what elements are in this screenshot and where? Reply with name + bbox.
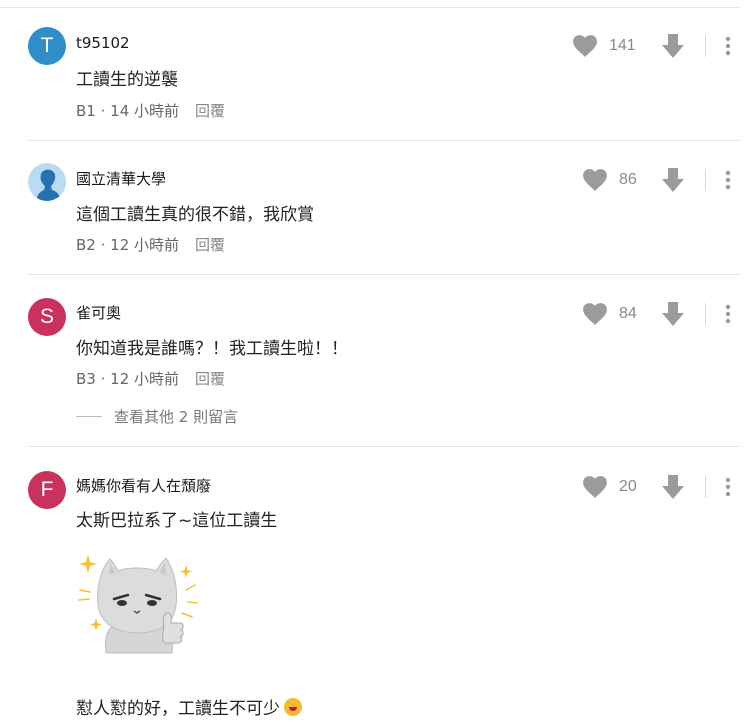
comment-divider bbox=[28, 140, 740, 141]
like-count: 141 bbox=[609, 37, 636, 54]
like-count: 84 bbox=[619, 305, 637, 322]
like-count: 20 bbox=[619, 478, 637, 495]
avatar[interactable]: T bbox=[28, 27, 66, 65]
comment-text-2: 懟人懟的好，工讀生不可少 bbox=[76, 694, 302, 719]
comment-text-2-label: 懟人懟的好，工讀生不可少 bbox=[76, 699, 280, 719]
comment-divider bbox=[28, 274, 740, 275]
sticker-image[interactable] bbox=[76, 545, 201, 663]
floor-label: B2 bbox=[76, 236, 96, 254]
heart-icon bbox=[573, 35, 597, 57]
comment-text: 太斯巴拉系了~這位工讀生 bbox=[76, 511, 278, 531]
reply-button[interactable]: 回覆 bbox=[195, 102, 225, 120]
more-options-button[interactable] bbox=[716, 168, 740, 192]
comment-meta: B3 · 12 小時前 回覆 bbox=[76, 368, 225, 389]
user-silhouette-icon bbox=[36, 169, 61, 201]
like-button[interactable]: 141 bbox=[572, 34, 636, 58]
avatar[interactable]: F bbox=[28, 471, 66, 509]
heart-icon bbox=[583, 303, 607, 325]
comment-time: 12 小時前 bbox=[110, 236, 180, 254]
more-vert-icon bbox=[725, 477, 731, 497]
comment-meta: B1 · 14 小時前 回覆 bbox=[76, 100, 225, 121]
meta-separator: · bbox=[95, 370, 111, 388]
top-divider bbox=[0, 7, 740, 8]
more-vert-icon bbox=[725, 170, 731, 190]
like-button[interactable]: 20 bbox=[582, 475, 637, 499]
comment-author[interactable]: 媽媽你看有人在頹廢 bbox=[76, 475, 211, 496]
comment-text: 你知道我是誰嗎？！我工讀生啦！！ bbox=[76, 339, 348, 359]
downvote-icon[interactable] bbox=[661, 301, 685, 327]
floor-label: B3 bbox=[76, 370, 96, 388]
reply-button[interactable]: 回覆 bbox=[195, 236, 225, 254]
comment-time: 12 小時前 bbox=[110, 370, 180, 388]
comment-time: 14 小時前 bbox=[110, 102, 180, 120]
like-count: 86 bbox=[619, 171, 637, 188]
heart-icon bbox=[583, 476, 607, 498]
reply-button[interactable]: 回覆 bbox=[195, 370, 225, 388]
downvote-icon[interactable] bbox=[661, 33, 685, 59]
action-separator bbox=[705, 476, 706, 498]
comment-author[interactable]: 國立清華大學 bbox=[76, 168, 166, 189]
avatar[interactable]: S bbox=[28, 298, 66, 336]
comment-text: 這個工讀生真的很不錯，我欣賞 bbox=[76, 205, 314, 225]
like-button[interactable]: 84 bbox=[582, 302, 637, 326]
meta-separator: · bbox=[95, 102, 111, 120]
downvote-icon[interactable] bbox=[661, 167, 685, 193]
more-options-button[interactable] bbox=[716, 302, 740, 326]
view-more-replies-link[interactable]: 查看其他 2 則留言 bbox=[76, 406, 238, 427]
meta-separator: · bbox=[95, 236, 111, 254]
action-separator bbox=[705, 35, 706, 57]
emoji-icon bbox=[284, 698, 302, 716]
more-replies-line bbox=[76, 416, 102, 417]
comment-divider bbox=[28, 446, 740, 447]
comment-meta: B2 · 12 小時前 回覆 bbox=[76, 234, 225, 255]
avatar[interactable] bbox=[28, 163, 66, 201]
downvote-icon[interactable] bbox=[661, 474, 685, 500]
more-vert-icon bbox=[725, 304, 731, 324]
heart-icon bbox=[583, 169, 607, 191]
like-button[interactable]: 86 bbox=[582, 168, 637, 192]
more-vert-icon bbox=[725, 36, 731, 56]
more-options-button[interactable] bbox=[716, 475, 740, 499]
more-options-button[interactable] bbox=[716, 34, 740, 58]
action-separator bbox=[705, 303, 706, 325]
comment-author[interactable]: 雀可奧 bbox=[76, 302, 121, 323]
action-separator bbox=[705, 169, 706, 191]
comment-text: 工讀生的逆襲 bbox=[76, 70, 178, 90]
comment-author[interactable]: t95102 bbox=[76, 34, 130, 52]
floor-label: B1 bbox=[76, 102, 96, 120]
more-replies-label: 查看其他 2 則留言 bbox=[114, 408, 239, 426]
